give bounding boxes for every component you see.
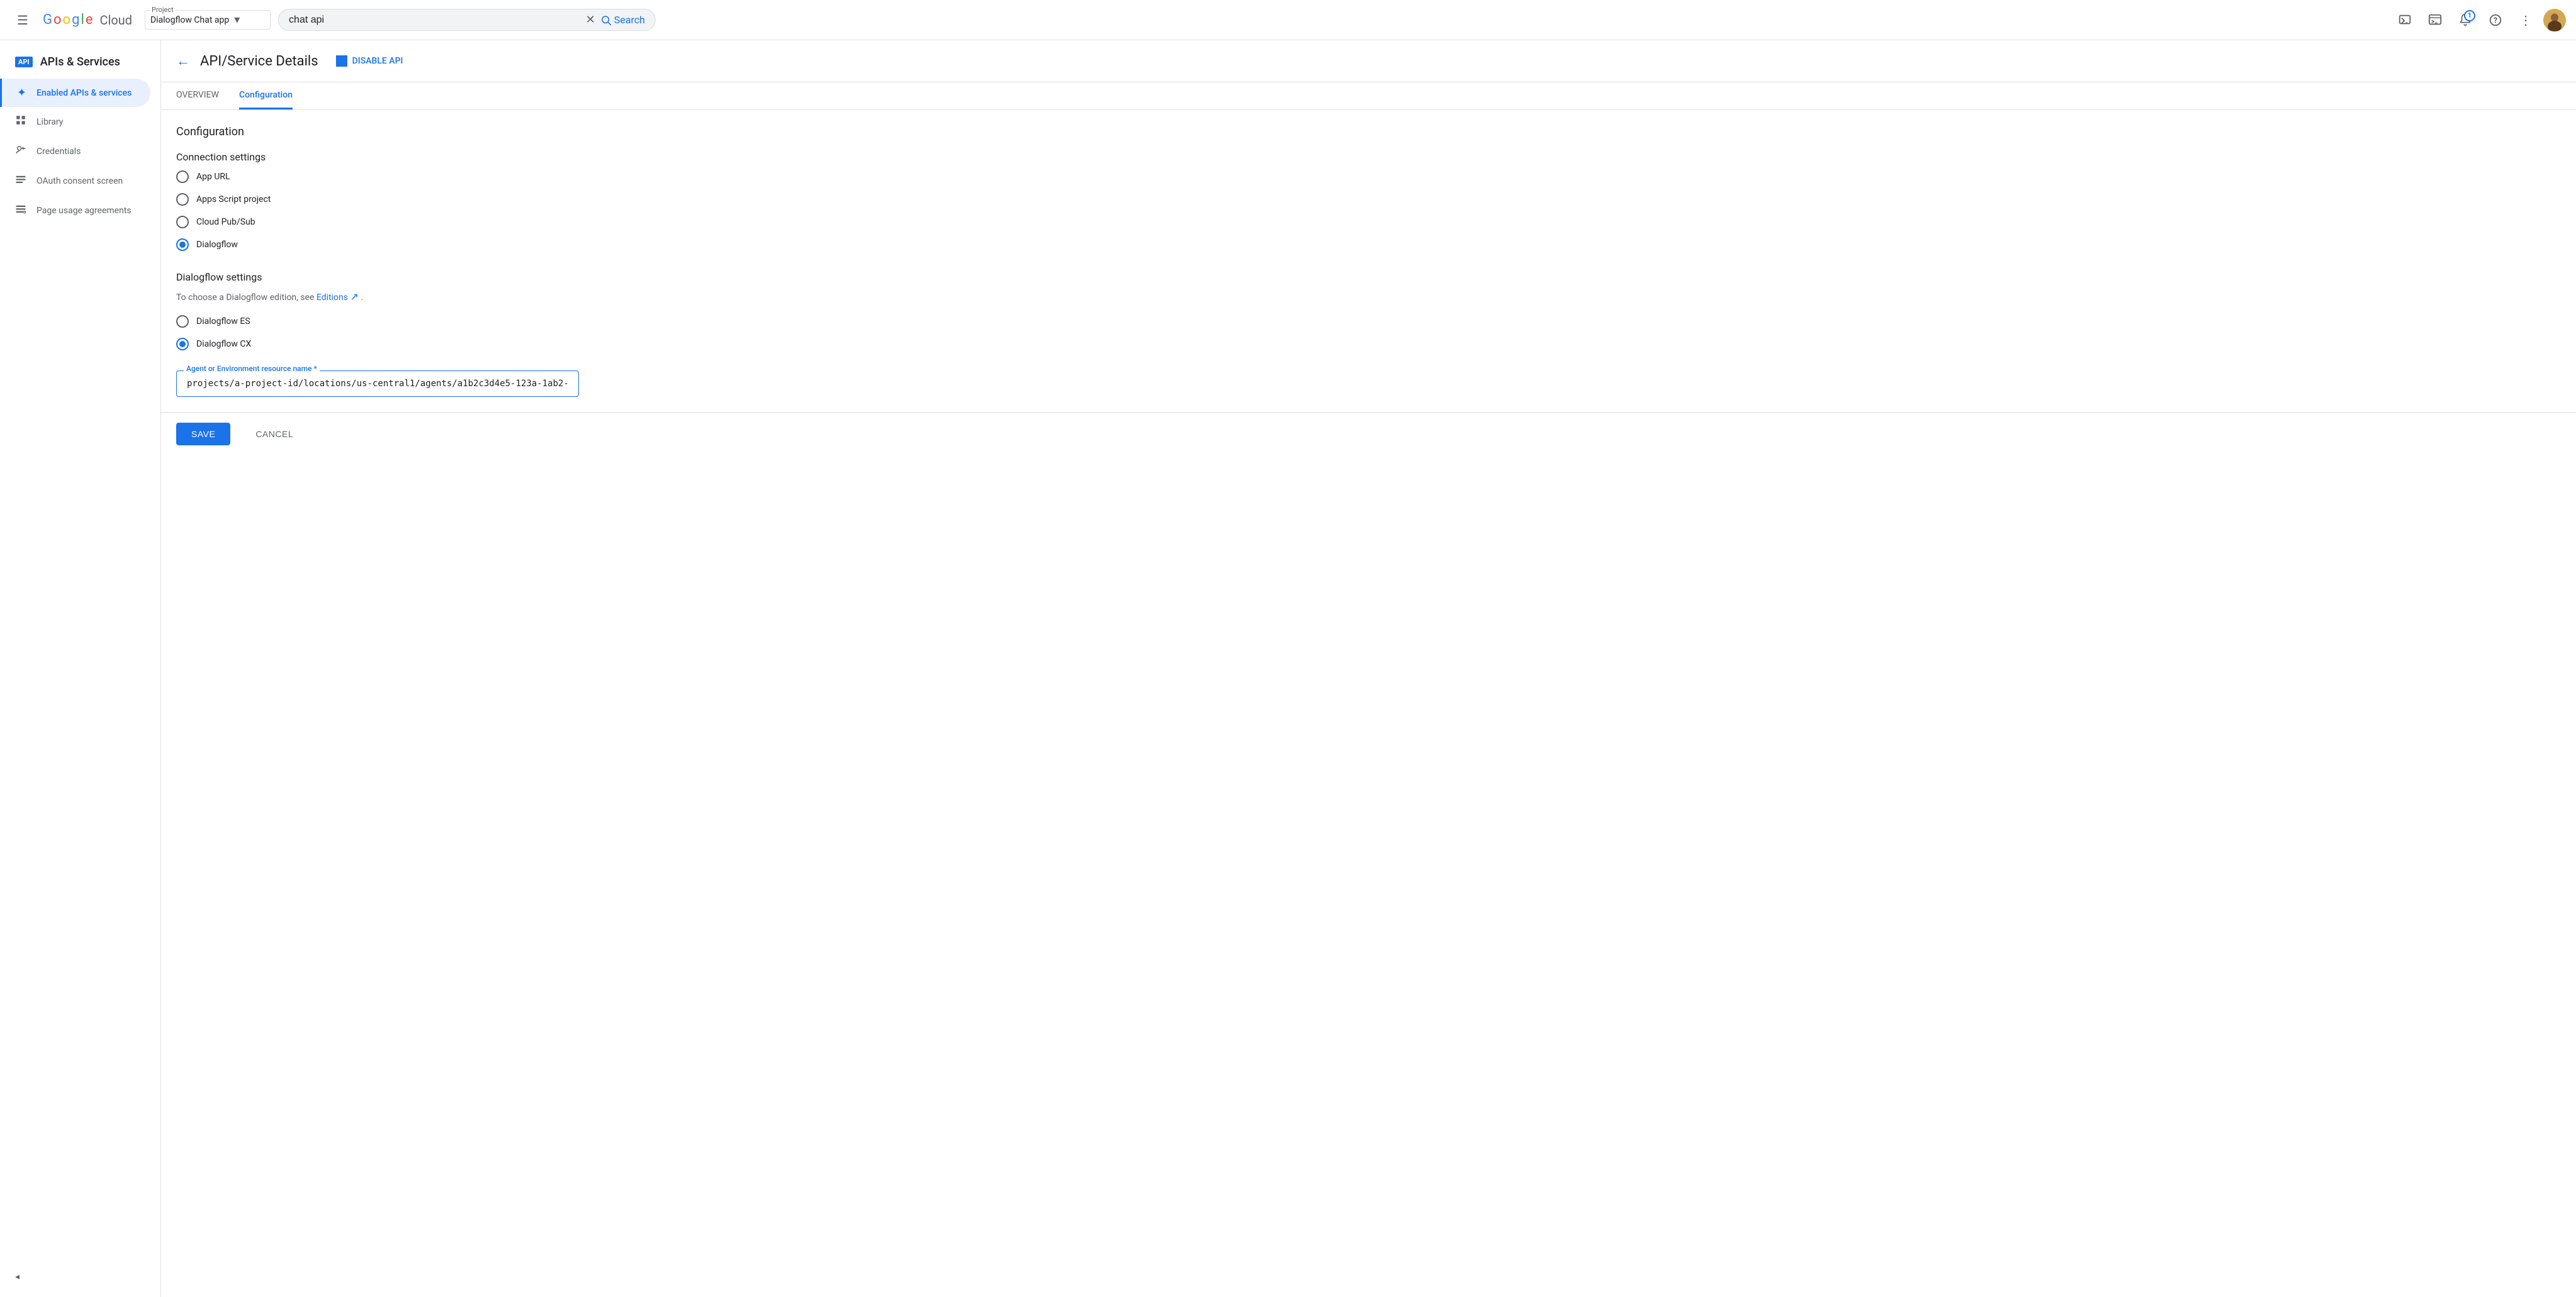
radio-label-cloud-pubsub: Cloud Pub/Sub [196,217,255,227]
radio-option-cloud-pubsub[interactable]: Cloud Pub/Sub [176,216,712,228]
sidebar: API APIs & Services ✦ Enabled APIs & ser… [0,40,161,1297]
project-selector[interactable]: Project Dialogflow Chat app ▾ [145,10,271,30]
svg-text:?: ? [2494,16,2497,25]
radio-apps-script [176,193,189,206]
sidebar-item-page-usage[interactable]: Page usage agreements [0,196,150,225]
more-menu-icon: ⋮ [2519,13,2532,28]
sidebar-title: APIs & Services [40,55,120,69]
agent-resource-field: Agent or Environment resource name * [176,370,712,397]
action-bar: SAVE CANCEL [161,412,2576,455]
radio-cloud-pubsub [176,216,189,228]
radio-option-dialogflow[interactable]: Dialogflow [176,238,712,251]
configuration-title: Configuration [176,125,712,138]
radio-app-url [176,170,189,183]
connection-settings-section: Connection settings App URL Apps Script … [176,151,712,251]
radio-label-dialogflow: Dialogflow [196,240,238,250]
more-menu-button[interactable]: ⋮ [2513,8,2538,33]
radio-label-dialogflow-cx: Dialogflow CX [196,339,251,349]
page-header: ← API/Service Details DISABLE API [161,40,2576,82]
dialogflow-settings-title: Dialogflow settings [176,271,712,283]
radio-dialogflow-cx [176,338,189,350]
agent-field-group: Agent or Environment resource name * [176,370,712,397]
sidebar-item-label-enabled-apis: Enabled APIs & services [36,88,132,98]
connection-settings-title: Connection settings [176,151,712,163]
topbar: ☰ Google Cloud Project Dialogflow Chat a… [0,0,2576,40]
collapse-sidebar-button[interactable]: ◂ [15,1272,145,1282]
radio-option-dialogflow-es[interactable]: Dialogflow ES [176,315,712,328]
radio-dialogflow [176,238,189,251]
collapse-icon: ◂ [15,1272,20,1282]
help-button[interactable]: ? [2483,8,2508,33]
help-icon: ? [2489,13,2502,27]
radio-option-dialogflow-cx[interactable]: Dialogflow CX [176,338,712,350]
api-badge: API [15,57,33,67]
search-clear-button[interactable]: ✕ [586,13,595,26]
cloud-shell-icon [2428,13,2442,27]
external-link-icon: ↗ [350,291,358,303]
dialogflow-settings-section: Dialogflow settings To choose a Dialogfl… [176,271,712,397]
page-usage-icon [15,203,26,218]
search-icon [600,14,612,26]
sidebar-item-library[interactable]: Library [0,107,150,136]
edition-description: To choose a Dialogflow edition, see Edit… [176,291,712,303]
cloud-shell-button[interactable] [2422,8,2448,33]
credentials-icon [15,144,26,159]
configuration-content: Configuration Connection settings App UR… [161,110,727,412]
cancel-button[interactable]: CANCEL [240,423,308,445]
tab-overview[interactable]: OVERVIEW [176,82,219,109]
sidebar-item-credentials[interactable]: Credentials [0,136,150,166]
dialogflow-editions-group: Dialogflow ES Dialogflow CX [176,315,712,350]
disable-api-icon [336,55,347,67]
notifications-button[interactable]: 1 [2453,8,2478,33]
tab-bar: OVERVIEW Configuration [161,82,2576,110]
google-cloud-logo: Google Cloud [43,12,132,28]
search-input[interactable] [289,14,581,26]
project-name: Dialogflow Chat app [150,15,229,25]
project-dropdown-arrow: ▾ [234,13,240,26]
disable-api-label: DISABLE API [352,56,403,66]
page-title: API/Service Details [200,53,318,69]
radio-option-app-url[interactable]: App URL [176,170,712,183]
sidebar-bottom: ◂ [0,1262,160,1292]
radio-label-app-url: App URL [196,172,230,182]
search-bar: ✕ Search [278,9,656,31]
user-avatar[interactable] [2543,9,2566,31]
tab-configuration[interactable]: Configuration [239,82,293,109]
radio-dialogflow-es [176,315,189,328]
search-button[interactable]: Search [600,14,645,26]
oauth-icon [15,174,26,188]
disable-api-button[interactable]: DISABLE API [328,50,411,72]
main-content: ← API/Service Details DISABLE API OVERVI… [161,40,2576,1297]
agent-field-label: Agent or Environment resource name * [184,364,320,373]
notification-badge: 1 [2464,10,2475,21]
library-icon [15,114,26,129]
sidebar-item-oauth[interactable]: OAuth consent screen [0,166,150,196]
hamburger-icon: ☰ [17,13,28,28]
editions-link[interactable]: Editions ↗ [316,292,361,303]
radio-option-apps-script[interactable]: Apps Script project [176,193,712,206]
sidebar-item-label-page-usage: Page usage agreements [36,206,132,216]
enabled-apis-icon: ✦ [17,86,26,99]
sidebar-item-enabled-apis[interactable]: ✦ Enabled APIs & services [0,79,150,107]
console-icon-button[interactable] [2392,8,2417,33]
avatar-image [2543,9,2566,31]
save-button[interactable]: SAVE [176,423,230,445]
console-icon [2398,13,2412,27]
topbar-actions: 1 ? ⋮ [2392,8,2566,33]
sidebar-item-label-credentials: Credentials [36,147,81,157]
radio-label-apps-script: Apps Script project [196,194,271,204]
project-label: Project [150,6,175,14]
connection-options-group: App URL Apps Script project Cloud Pub/Su… [176,170,712,251]
sidebar-item-label-library: Library [36,117,63,127]
sidebar-item-label-oauth: OAuth consent screen [36,176,123,186]
search-button-label: Search [614,14,645,26]
main-layout: API APIs & Services ✦ Enabled APIs & ser… [0,40,2576,1297]
agent-resource-input[interactable] [176,370,579,397]
sidebar-header: API APIs & Services [0,45,160,79]
menu-button[interactable]: ☰ [10,8,35,33]
radio-label-dialogflow-es: Dialogflow ES [196,316,250,326]
back-button[interactable]: ← [176,53,190,69]
